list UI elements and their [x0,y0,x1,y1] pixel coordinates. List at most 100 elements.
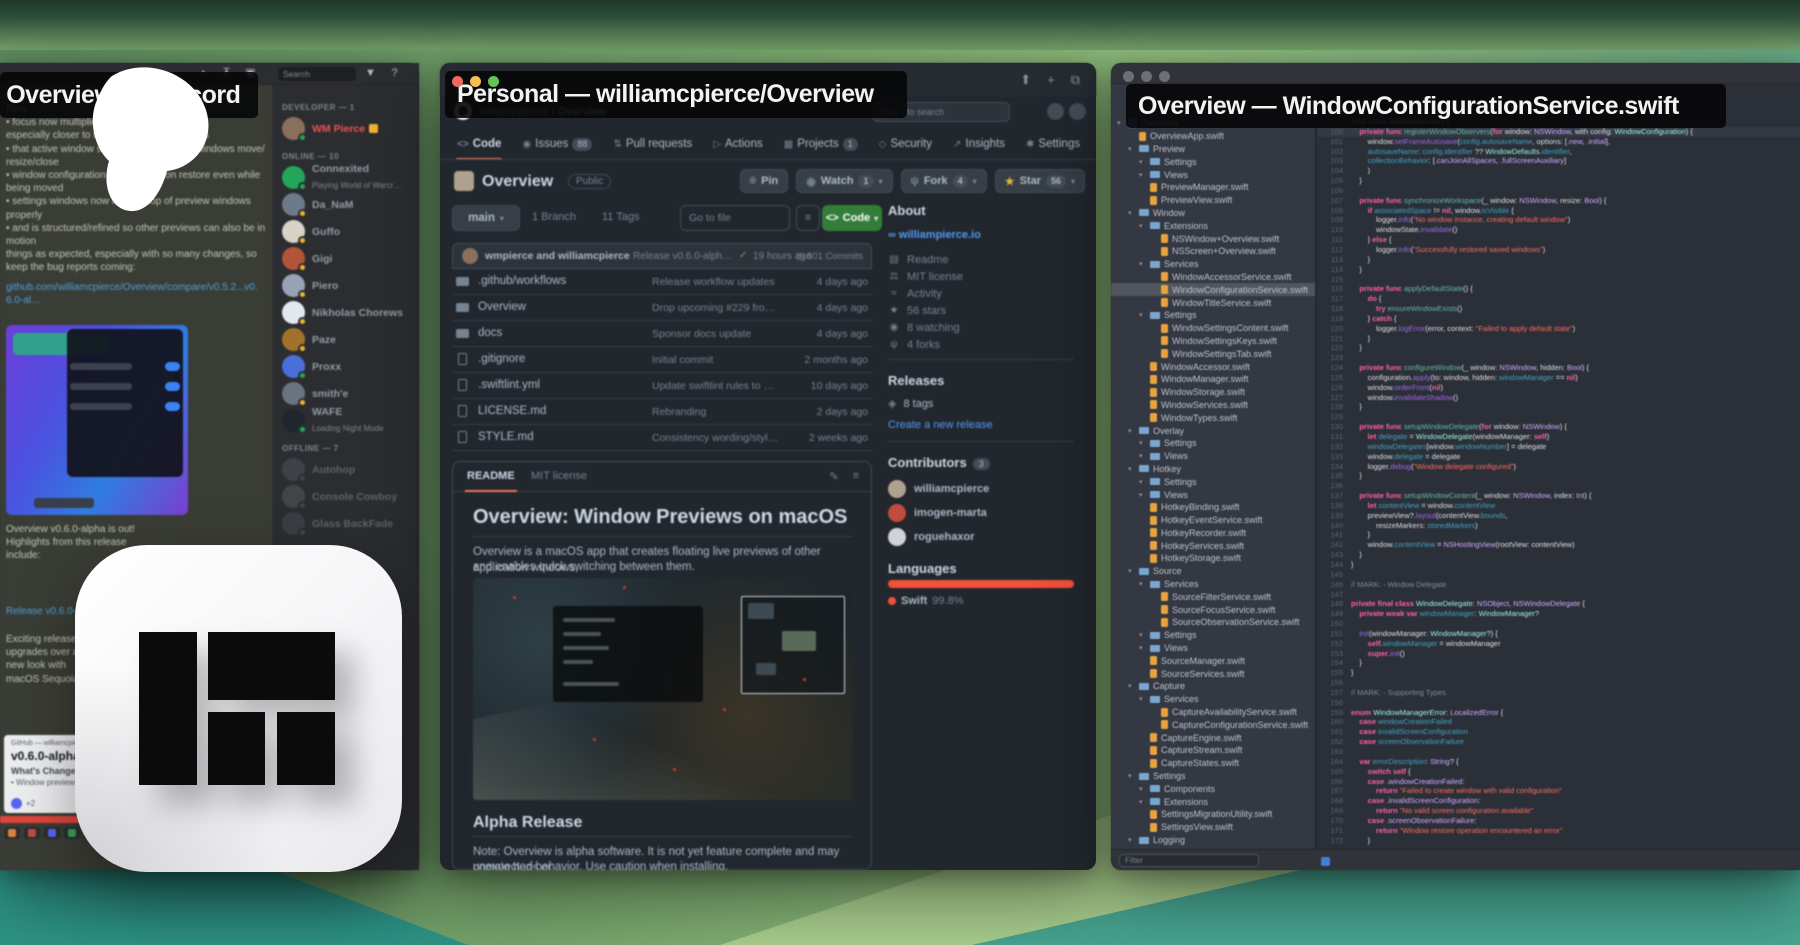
tab-projects[interactable]: ▦Projects1 [777,129,865,159]
pin-button[interactable]: ⍟Pin [740,169,789,193]
disclosure-triangle-icon[interactable]: ▾ [1139,222,1146,230]
repo-meta-item[interactable]: ◉8 watching [888,319,963,336]
member-item[interactable]: Da_NaM [282,191,419,218]
disclosure-triangle-icon[interactable]: ▾ [1139,478,1146,486]
commit-message[interactable]: Sponsor docs update [652,328,782,340]
disclosure-triangle-icon[interactable]: ▾ [1128,772,1135,780]
tree-item[interactable]: SourceObservationService.swift [1111,616,1315,629]
tree-item[interactable]: HotkeyEventService.swift [1111,514,1315,527]
repo-meta-item[interactable]: ⚖MIT license [888,268,963,285]
tab-pull-requests[interactable]: ⇅Pull requests [606,129,699,159]
tree-item[interactable]: ▾Logging [1111,834,1315,847]
tab-issues[interactable]: ◉Issues88 [515,129,599,159]
table-row[interactable]: .swiftlint.ymlUpdate swiftlint rules to … [452,373,872,399]
reaction-pill[interactable] [44,827,60,839]
tree-item[interactable]: SourceFocusService.swift [1111,603,1315,616]
tree-item[interactable]: WindowTypes.swift [1111,411,1315,424]
commit-message[interactable]: Consistency wording/style updates [652,432,782,444]
filter-input[interactable]: Filter [1119,854,1259,867]
tree-item[interactable]: ▾Views [1111,450,1315,463]
member-item[interactable]: Paze [282,326,419,353]
tab-code[interactable]: <>Code [450,129,508,159]
file-name[interactable]: .gitignore [478,353,525,365]
disclosure-triangle-icon[interactable]: ▾ [1139,158,1146,166]
member-item[interactable]: smith'e [282,380,419,407]
tree-item[interactable]: NSWindow+Overview.swift [1111,232,1315,245]
member-item[interactable]: Autohop [282,456,419,483]
member-item[interactable]: WM Pierce [282,115,419,142]
tree-item[interactable]: CaptureStates.swift [1111,757,1315,770]
member-item[interactable]: WAFELoading Night Mode [282,407,419,434]
tree-item[interactable]: ▾Source [1111,565,1315,578]
window-traffic-lights[interactable] [1123,71,1170,82]
tree-item[interactable]: ▾Settings [1111,309,1315,322]
tree-item[interactable]: HotkeyBinding.swift [1111,501,1315,514]
branches-link[interactable]: 1 Branch [532,211,576,223]
tab-license[interactable]: MIT license [531,470,587,482]
watch-button[interactable]: ◉Watch1▾ [796,169,892,193]
repo-name[interactable]: Overview [482,173,553,191]
member-item[interactable]: Piero [282,272,419,299]
commit-message[interactable]: Drop upcoming #229 from milestone re… [652,302,782,314]
file-name[interactable]: .swiftlint.yml [478,379,540,391]
table-row[interactable]: LICENSE.mdRebranding2 days ago [452,399,872,425]
disclosure-triangle-icon[interactable]: ▾ [1128,465,1135,473]
language-row[interactable]: Swift 99.8% [888,595,963,607]
file-name[interactable]: Overview [478,301,526,313]
disclosure-triangle-icon[interactable]: ▾ [1128,836,1135,844]
tree-item[interactable]: CaptureConfigurationService.swift [1111,718,1315,731]
tree-item[interactable]: CaptureAvailabilityService.swift [1111,706,1315,719]
tree-item[interactable]: ▾Views [1111,168,1315,181]
member-item[interactable]: Proxx [282,353,419,380]
commit-authors[interactable]: wmpierce and williamcpierce [485,250,630,262]
commit-message[interactable]: Release workflow updates [652,276,782,288]
tree-item[interactable]: ▾Views [1111,642,1315,655]
attachment-image[interactable] [6,325,188,515]
tree-item[interactable]: ▾Overlay [1111,424,1315,437]
tree-item[interactable]: ▾Settings [1111,155,1315,168]
browser-window-preview[interactable]: ⬆ + ⧉ williamcpierce / Overview Type / t… [440,63,1096,870]
disclosure-triangle-icon[interactable]: ▾ [1139,631,1146,639]
tree-item[interactable]: OverviewApp.swift [1111,130,1315,143]
tree-item[interactable]: ▾Extensions [1111,795,1315,808]
tree-item[interactable]: PreviewView.swift [1111,194,1315,207]
table-row[interactable]: .gitignoreInitial commit2 months ago [452,347,872,373]
commit-message[interactable]: Release v0.6.0-alpha (#231) [633,251,733,262]
commit-message[interactable]: Initial commit [652,354,782,366]
tree-item[interactable]: ▾Views [1111,488,1315,501]
repo-meta-item[interactable]: ≈Activity [888,285,963,302]
checks-passed-icon[interactable]: ✓ [739,250,747,261]
outline-icon[interactable]: ≡ [853,470,859,483]
tree-item[interactable]: WindowSettingsKeys.swift [1111,335,1315,348]
tree-item[interactable]: WindowAccessor.swift [1111,360,1315,373]
tree-item[interactable]: HotkeyServices.swift [1111,539,1315,552]
help-icon[interactable]: ? [388,67,401,80]
disclosure-triangle-icon[interactable]: ▾ [1139,798,1146,806]
repo-meta-item[interactable]: ψ4 forks [888,336,963,353]
tree-item[interactable]: ▾Hotkey [1111,463,1315,476]
tree-item[interactable]: ▾Services [1111,693,1315,706]
member-item[interactable]: Glass BackFade [282,510,419,537]
tree-item[interactable]: HotkeyStorage.swift [1111,552,1315,565]
contributor-row[interactable]: imogen-marta [888,501,989,525]
tree-item[interactable]: HotkeyRecorder.swift [1111,527,1315,540]
tree-item[interactable]: SettingsView.swift [1111,821,1315,834]
window-traffic-lights[interactable] [452,76,499,87]
file-name[interactable]: docs [478,327,502,339]
disclosure-triangle-icon[interactable]: ▾ [1139,644,1146,652]
latest-commit-bar[interactable]: wmpierce and williamcpierce Release v0.6… [452,243,872,269]
member-item[interactable]: Console Cowboy [282,483,419,510]
website-link[interactable]: ∞ williampierce.io [888,229,981,241]
inbox-icon[interactable]: ▼ [364,67,377,80]
edit-readme-icon[interactable]: ✎ [829,470,838,483]
tree-item[interactable]: NSScreen+Overview.swift [1111,245,1315,258]
disclosure-triangle-icon[interactable]: ▾ [1128,682,1135,690]
tree-item[interactable]: ▾Capture [1111,680,1315,693]
tree-item[interactable]: SourceFilterService.swift [1111,590,1315,603]
table-row[interactable]: Overview Drop upcoming #229 from mileston… [452,295,872,321]
tree-item[interactable]: CaptureStream.swift [1111,744,1315,757]
commit-message[interactable]: Rebranding [652,406,782,418]
discord-search-input[interactable]: Search [278,67,356,81]
tags-row[interactable]: ◈8 tags [888,397,933,410]
repo-meta-item[interactable]: ★56 stars [888,302,963,319]
